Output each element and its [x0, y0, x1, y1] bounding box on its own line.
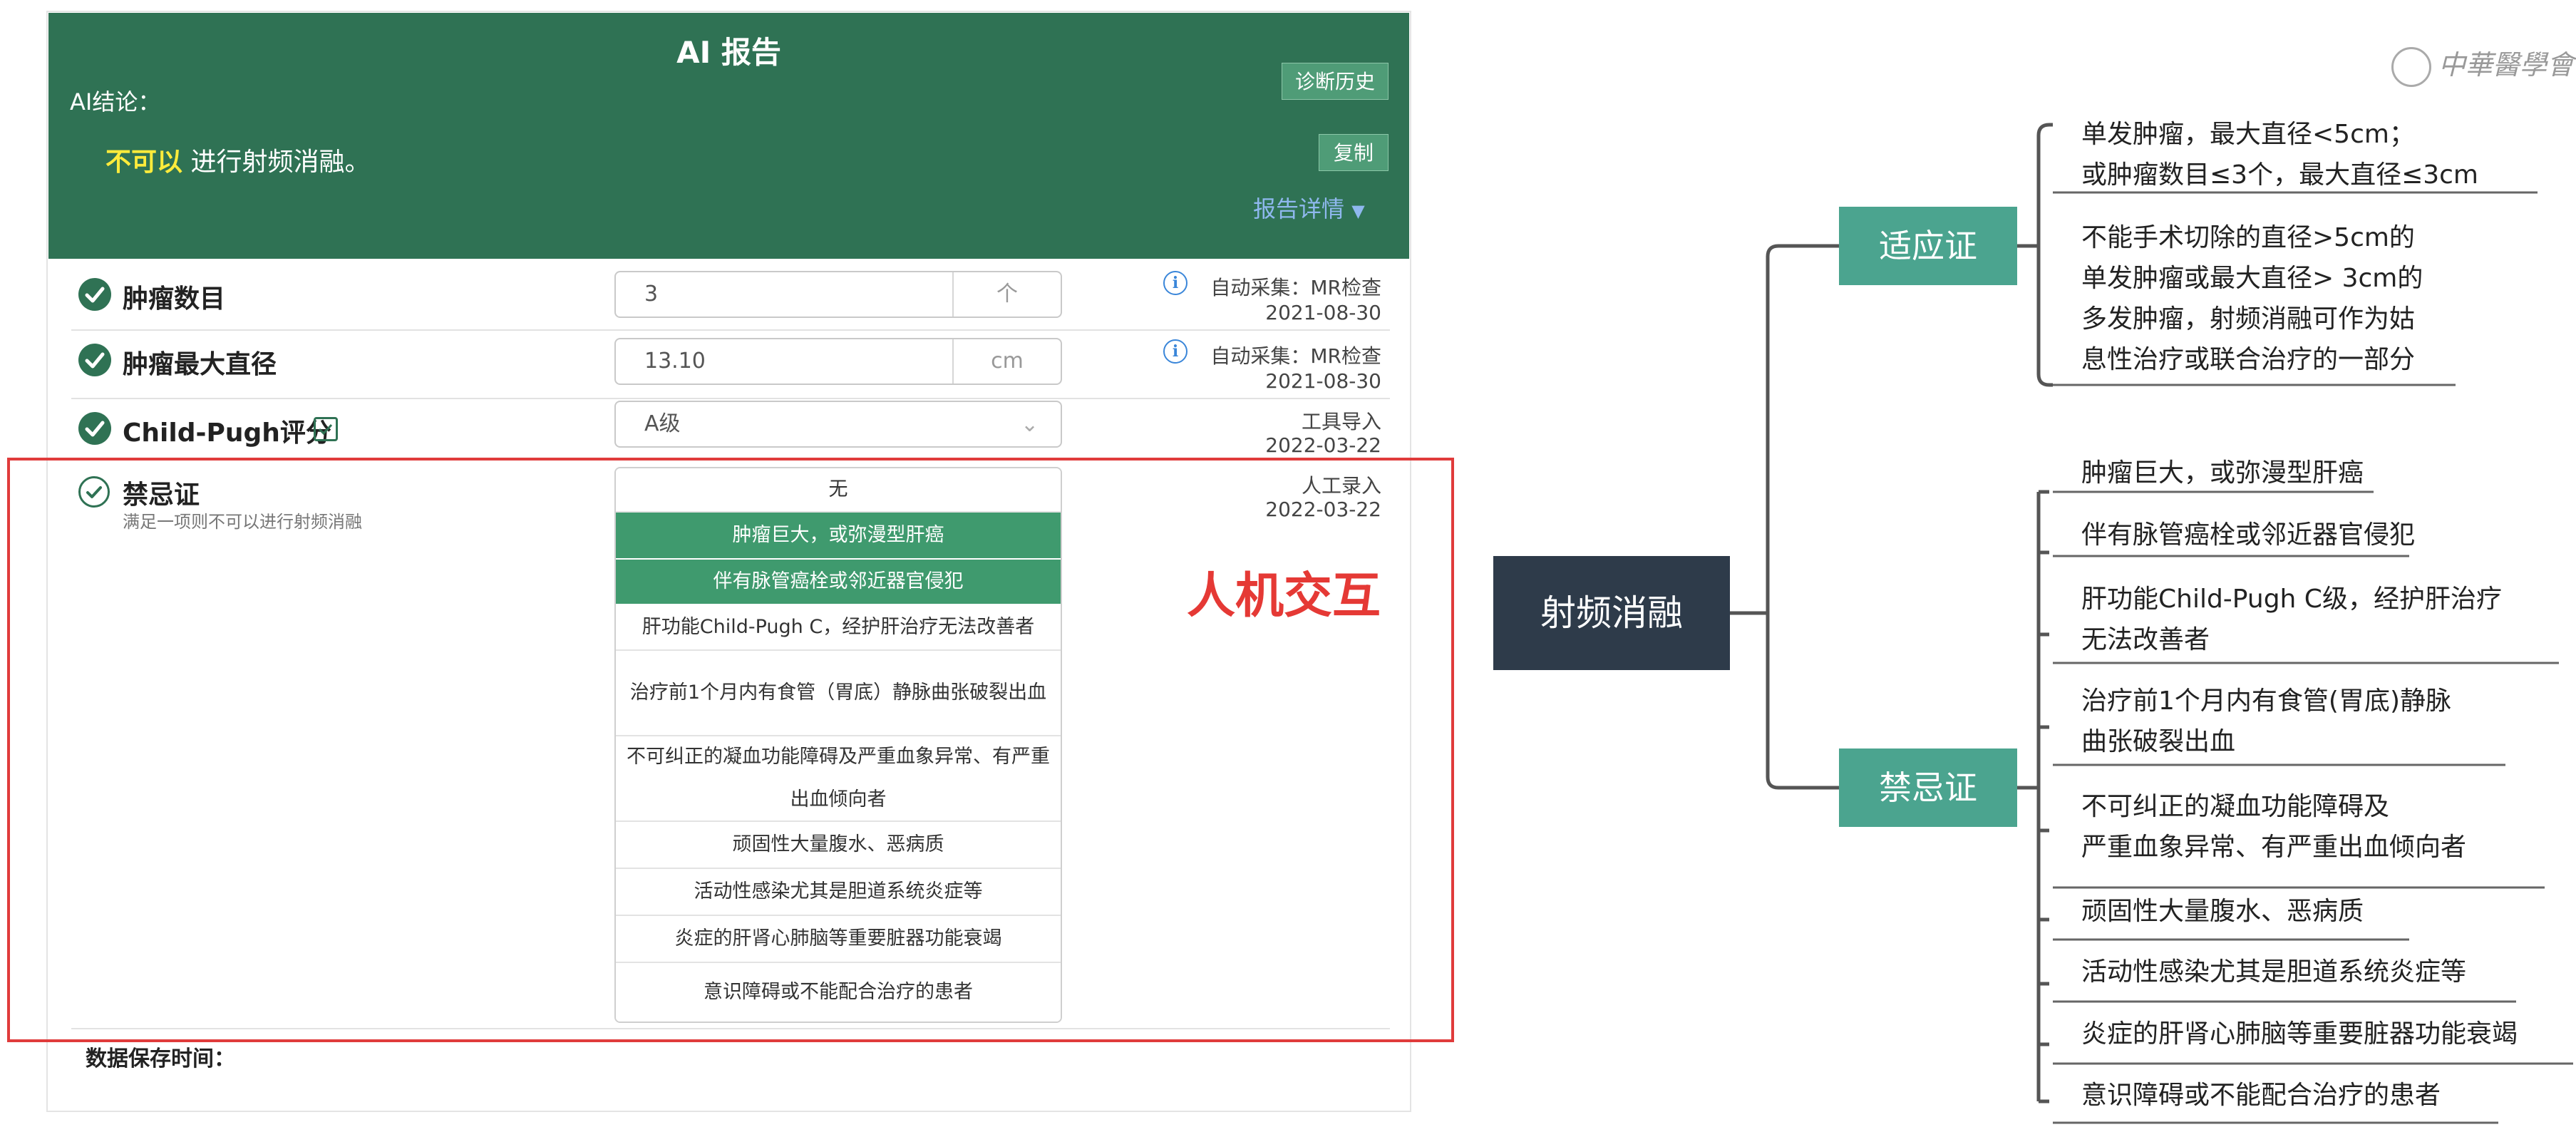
contraindication-item: 顽固性大量腹水、恶病质	[2081, 897, 2364, 926]
mindmap-branch-indications: 适应证	[1839, 207, 2017, 285]
contraindication-item: 意识障碍或不能配合治疗的患者	[2081, 1081, 2441, 1110]
contraindication-item: 炎症的肝肾心肺脑等重要脏器功能衰竭	[2081, 1019, 2518, 1049]
contraindication-item: 治疗前1个月内有食管(胃底)静脉 曲张破裂出血	[2081, 686, 2451, 756]
mindmap-branch-contraindications: 禁忌证	[1839, 748, 2017, 827]
mindmap-root-rfa: 射频消融	[1493, 556, 1730, 670]
contraindication-item: 肿瘤巨大，或弥漫型肝癌	[2081, 458, 2364, 488]
indication-item: 不能手术切除的直径>5cm的 单发肿瘤或最大直径> 3cm的 多发肿瘤，射频消融…	[2081, 223, 2423, 374]
contraindication-item: 活动性感染尤其是胆道系统炎症等	[2081, 957, 2467, 987]
contraindication-item: 肝功能Child-Pugh C级，经护肝治疗 无法改善者	[2081, 585, 2502, 654]
contraindication-item: 不可纠正的凝血功能障碍及 严重血象异常、有严重出血倾向者	[2081, 792, 2467, 862]
contraindication-item: 伴有脉管癌栓或邻近器官侵犯	[2081, 520, 2416, 550]
indication-item: 单发肿瘤，最大直径<5cm； 或肿瘤数目≤3个，最大直径≤3cm	[2081, 120, 2478, 190]
